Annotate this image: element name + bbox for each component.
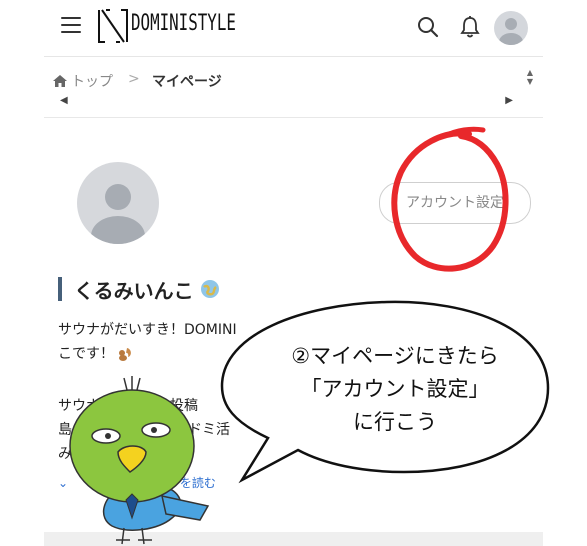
scroll-updown-arrows-icon[interactable]: ▲ ▼ (527, 68, 533, 86)
logo-mark-icon (98, 9, 128, 43)
top-navigation-bar: DOMINISTYLE (44, 0, 543, 57)
callout-text: ②マイページにきたら 「アカウント設定」 に行こう (240, 340, 550, 439)
header-divider (44, 117, 543, 118)
scroll-left-arrow-icon[interactable]: ◀ (60, 95, 68, 106)
logo-text[interactable]: DOMINISTYLE (131, 11, 236, 36)
bio-line-2-text: こです！ (58, 346, 114, 362)
breadcrumb-home-label: トップ (71, 74, 113, 90)
profile-avatar (77, 162, 159, 244)
callout-line-2: 「アカウント設定」 (300, 377, 490, 401)
profile-name-row: くるみいんこ (58, 276, 220, 303)
squirrel-emoji-icon (119, 348, 131, 361)
breadcrumb: トップ > マイページ ◀ ▶ ▲ ▼ (44, 57, 543, 112)
search-icon[interactable] (417, 16, 439, 38)
breadcrumb-separator: > (128, 71, 140, 87)
profile-name: くるみいんこ (74, 278, 194, 303)
bell-icon[interactable] (459, 15, 481, 39)
name-accent-bar (58, 277, 62, 301)
breadcrumb-current: マイページ (152, 74, 222, 90)
callout-line-1: ②マイページにきたら (291, 344, 499, 368)
scroll-right-arrow-icon[interactable]: ▶ (505, 95, 513, 106)
home-icon (53, 75, 67, 87)
callout-line-3: に行こう (353, 410, 437, 434)
red-circle-annotation (391, 126, 509, 272)
breadcrumb-home-link[interactable]: トップ (52, 71, 113, 91)
bird-mascot-illustration (69, 376, 210, 545)
user-avatar[interactable] (494, 11, 528, 45)
hamburger-menu-icon[interactable] (61, 17, 81, 35)
